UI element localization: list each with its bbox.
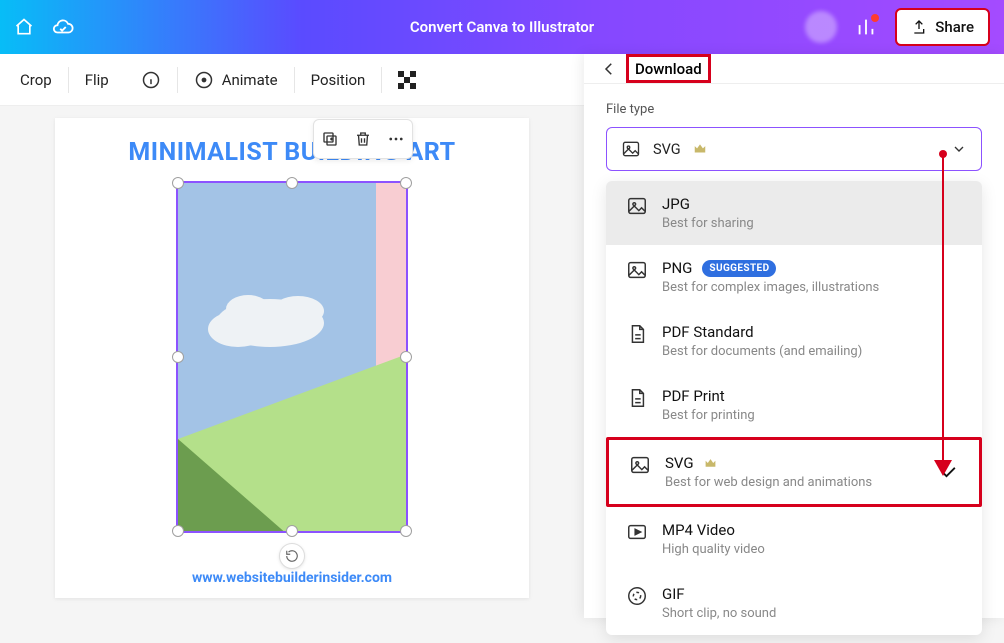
info-icon[interactable] bbox=[125, 54, 177, 105]
transparency-button[interactable] bbox=[382, 54, 432, 105]
transparency-icon bbox=[398, 71, 416, 89]
file-type-option-png[interactable]: PNG SUGGESTED Best for complex images, il… bbox=[606, 245, 982, 309]
annotation-arrow bbox=[942, 154, 944, 474]
image-icon bbox=[629, 454, 651, 476]
option-desc: Best for complex images, illustrations bbox=[662, 280, 879, 295]
resize-handle-tl[interactable] bbox=[172, 177, 184, 189]
option-name: SVG bbox=[665, 454, 872, 472]
pdf-icon bbox=[626, 387, 648, 409]
position-button[interactable]: Position bbox=[295, 54, 382, 105]
crown-icon bbox=[704, 457, 717, 470]
option-desc: Short clip, no sound bbox=[662, 606, 776, 621]
gif-icon bbox=[626, 585, 648, 607]
animate-icon bbox=[194, 70, 214, 90]
more-icon[interactable] bbox=[387, 130, 405, 148]
resize-handle-tm[interactable] bbox=[286, 177, 298, 189]
upload-icon bbox=[911, 19, 927, 35]
document-title: Convert Canva to Illustrator bbox=[410, 18, 594, 36]
canvas-area[interactable]: MINIMALIST BUILDING ART bbox=[0, 106, 584, 618]
option-desc: Best for documents (and emailing) bbox=[662, 344, 862, 359]
flip-button[interactable]: Flip bbox=[69, 54, 125, 105]
file-type-option-pdf_print[interactable]: PDF Print Best for printing bbox=[606, 373, 982, 437]
option-name: GIF bbox=[662, 585, 776, 603]
resize-handle-tr[interactable] bbox=[400, 177, 412, 189]
panel-title: Download bbox=[626, 54, 711, 83]
resize-handle-rm[interactable] bbox=[400, 351, 412, 363]
watermark: www.websitebuilderinsider.com bbox=[192, 570, 392, 586]
panel-header: Download bbox=[584, 54, 1004, 84]
selected-file-type: SVG bbox=[653, 141, 681, 158]
option-desc: High quality video bbox=[662, 542, 765, 557]
video-icon bbox=[626, 521, 648, 543]
file-type-dropdown: JPG Best for sharing PNG SUGGESTED Best for… bbox=[606, 181, 982, 635]
animate-label: Animate bbox=[222, 71, 278, 89]
top-app-bar: Convert Canva to Illustrator Share bbox=[0, 0, 1004, 54]
option-desc: Best for sharing bbox=[662, 216, 754, 231]
option-desc: Best for web design and animations bbox=[665, 475, 872, 490]
option-desc: Best for printing bbox=[662, 408, 755, 423]
home-icon[interactable] bbox=[14, 17, 34, 37]
animate-button[interactable]: Animate bbox=[178, 54, 294, 105]
file-type-select[interactable]: SVG bbox=[606, 127, 982, 171]
option-name: PNG SUGGESTED bbox=[662, 259, 879, 277]
page[interactable]: MINIMALIST BUILDING ART bbox=[55, 118, 529, 598]
crown-icon bbox=[693, 142, 707, 156]
duplicate-icon[interactable] bbox=[321, 130, 339, 148]
option-name: PDF Standard bbox=[662, 323, 862, 341]
file-type-option-jpg[interactable]: JPG Best for sharing bbox=[606, 181, 982, 245]
image-icon bbox=[626, 259, 648, 281]
share-button-label: Share bbox=[935, 18, 974, 36]
download-panel: Download File type SVG JPG Best for shari… bbox=[584, 54, 1004, 618]
resize-handle-lm[interactable] bbox=[172, 351, 184, 363]
cloud-check-icon[interactable] bbox=[52, 16, 74, 38]
resize-handle-br[interactable] bbox=[400, 525, 412, 537]
image-icon bbox=[626, 195, 648, 217]
option-name: JPG bbox=[662, 195, 754, 213]
selected-element[interactable] bbox=[176, 181, 408, 533]
crop-button[interactable]: Crop bbox=[4, 54, 68, 105]
rotate-handle[interactable] bbox=[279, 543, 305, 569]
stats-icon[interactable] bbox=[855, 16, 877, 38]
floating-element-toolbar bbox=[313, 119, 413, 159]
option-name: MP4 Video bbox=[662, 521, 765, 539]
resize-handle-bl[interactable] bbox=[172, 525, 184, 537]
file-type-option-svg[interactable]: SVG Best for web design and animations bbox=[606, 437, 982, 507]
file-type-label: File type bbox=[606, 102, 982, 117]
delete-icon[interactable] bbox=[354, 130, 372, 148]
file-type-option-mp4[interactable]: MP4 Video High quality video bbox=[606, 507, 982, 571]
art-content bbox=[178, 183, 406, 531]
pdf-icon bbox=[626, 323, 648, 345]
chevron-down-icon bbox=[951, 141, 967, 157]
avatar[interactable] bbox=[805, 11, 837, 43]
suggested-badge: SUGGESTED bbox=[702, 260, 776, 277]
option-name: PDF Print bbox=[662, 387, 755, 405]
notification-dot bbox=[871, 14, 879, 22]
back-icon[interactable] bbox=[600, 60, 618, 78]
file-type-option-pdf_std[interactable]: PDF Standard Best for documents (and emai… bbox=[606, 309, 982, 373]
image-icon bbox=[621, 139, 641, 159]
file-type-option-gif[interactable]: GIF Short clip, no sound bbox=[606, 571, 982, 635]
share-button[interactable]: Share bbox=[895, 8, 990, 46]
resize-handle-bm[interactable] bbox=[286, 525, 298, 537]
